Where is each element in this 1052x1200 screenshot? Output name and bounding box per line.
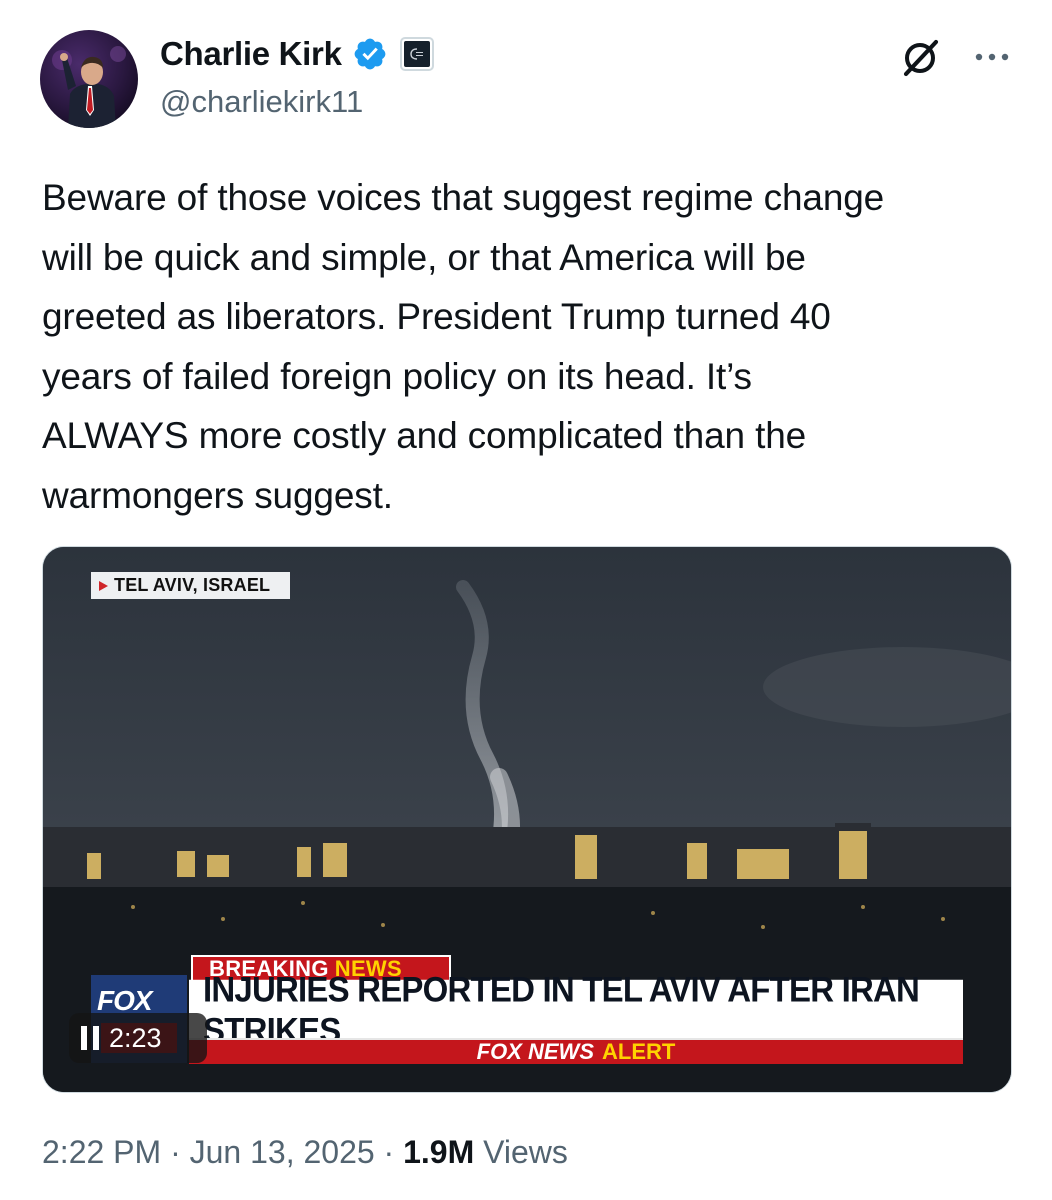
play-triangle-icon [99,580,108,591]
more-options-icon[interactable] [972,40,1012,74]
avatar[interactable] [40,30,138,128]
display-name[interactable]: Charlie Kirk [160,35,342,73]
meta-separator: · [170,1134,181,1170]
video-player[interactable]: TEL AVIV, ISRAEL FOX BREAKING NEWS INJUR… [42,546,1012,1093]
video-time: 2:23 [109,1022,162,1053]
headline-chyron: INJURIES REPORTED IN TEL AVIV AFTER IRAN… [189,969,963,1050]
grok-icon[interactable] [900,36,942,78]
verified-badge-icon[interactable] [352,36,388,72]
location-text: TEL AVIV, ISRAEL [114,575,271,595]
author-name-row[interactable]: Charlie Kirk [160,34,434,74]
tweet-date[interactable]: Jun 13, 2025 [190,1134,375,1171]
location-tag: TEL AVIV, ISRAEL [91,572,291,599]
video-playback-control[interactable]: 2:23 [69,1013,207,1063]
author-handle[interactable]: @charliekirk11 [160,84,363,120]
pause-icon[interactable] [81,1026,99,1050]
alert-word-text: ALERT [602,1039,676,1064]
avatar-image [40,30,138,128]
tweet-meta: 2:22 PM · Jun 13, 2025 · 1.9M Views [42,1134,568,1171]
tweet-text: Beware of those voices that suggest regi… [42,177,885,516]
alert-brand-text: FOX NEWS [476,1039,594,1064]
affiliation-badge-icon[interactable] [399,37,434,71]
tweet-time[interactable]: 2:22 PM [42,1134,161,1171]
views-count: 1.9M [403,1134,475,1170]
views-label: Views [483,1134,568,1170]
meta-separator-2: · [383,1134,395,1170]
alert-bar: FOX NEWS ALERT [189,1038,963,1064]
